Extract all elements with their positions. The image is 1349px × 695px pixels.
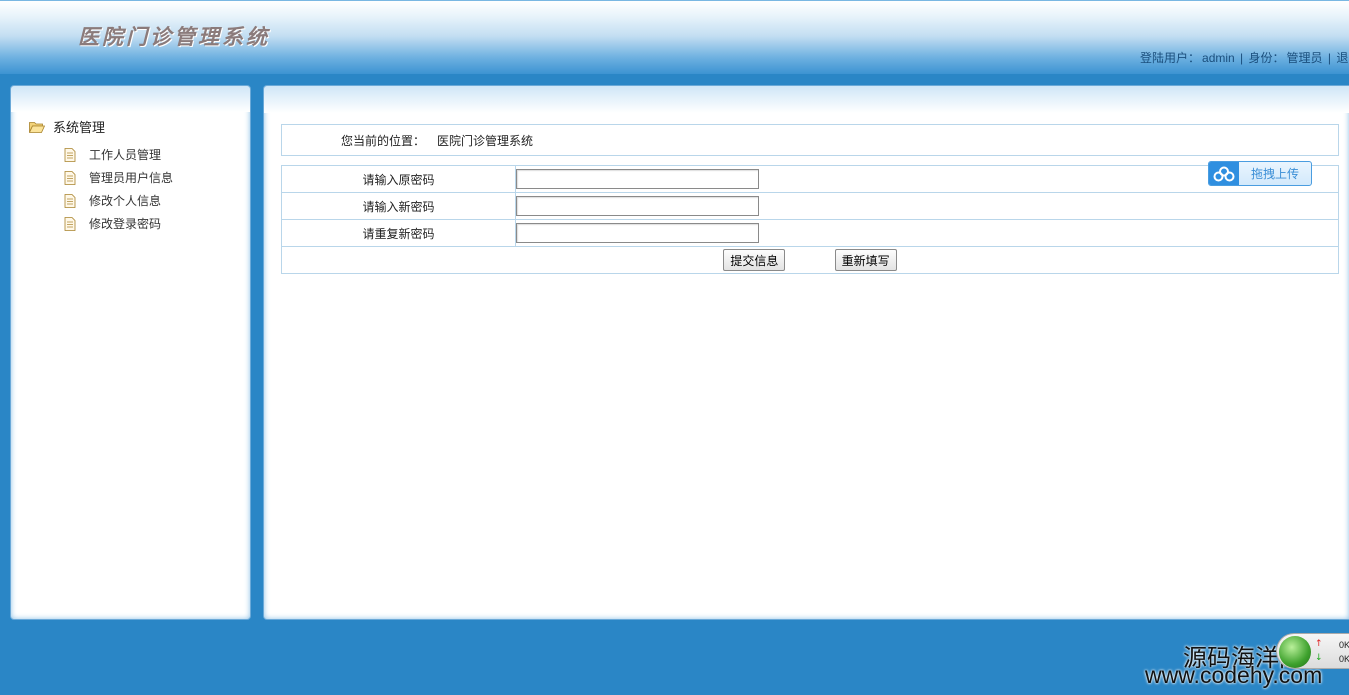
sidebar-item-label: 修改个人信息 (89, 194, 162, 208)
user-info-bar: 登陆用户： admin | 身份： 管理员 | 退 (1139, 49, 1349, 65)
separator: | (1240, 51, 1244, 65)
network-ball-icon (1279, 636, 1311, 668)
main-content: 您当前的位置： 医院门诊管理系统 请输入原密码 请输入新密码 请重复新密码 提交… (263, 85, 1349, 620)
old-password-input[interactable] (516, 169, 759, 189)
new-password-label: 请输入新密码 (281, 192, 516, 220)
table-row: 请输入新密码 (281, 192, 1339, 220)
breadcrumb: 您当前的位置： 医院门诊管理系统 (281, 124, 1339, 156)
document-icon (64, 170, 76, 185)
sidebar-root-label: 系统管理 (53, 120, 106, 135)
sidebar-item-list: 工作人员管理 管理员用户信息 修改个人信息 修改登录密码 (64, 143, 173, 235)
document-icon (64, 147, 76, 162)
sidebar-item-label: 修改登录密码 (89, 217, 162, 231)
folder-open-icon (29, 121, 45, 133)
drag-upload-label: 拖拽上传 (1250, 167, 1299, 181)
upload-arrow-icon: ↑ (1315, 639, 1323, 649)
app-title: 医院门诊管理系统 (78, 24, 270, 49)
role-value: 管理员 (1286, 51, 1323, 65)
username: admin (1202, 51, 1235, 65)
reset-button[interactable]: 重新填写 (834, 249, 897, 271)
sidebar-item-edit-profile[interactable]: 修改个人信息 (64, 189, 173, 212)
document-icon (64, 193, 76, 208)
download-arrow-icon: ↓ (1315, 653, 1323, 663)
breadcrumb-label: 您当前的位置： (341, 133, 426, 148)
change-password-form: 请输入原密码 请输入新密码 请重复新密码 提交信息 重新填写 (281, 165, 1339, 274)
sidebar-item-label: 工作人员管理 (89, 148, 162, 162)
header-bar: 医院门诊管理系统 登陆用户： admin | 身份： 管理员 | 退 (0, 0, 1349, 74)
role-label: 身份： (1248, 51, 1285, 65)
download-speed: 0K (1339, 654, 1349, 664)
table-row: 提交信息 重新填写 (281, 246, 1339, 274)
drag-upload-button[interactable]: 拖拽上传 (1208, 161, 1312, 186)
confirm-password-cell (515, 219, 1339, 247)
upload-speed: 0K (1339, 640, 1349, 650)
old-password-label: 请输入原密码 (281, 165, 516, 193)
table-row: 请输入原密码 (281, 165, 1339, 193)
sidebar-item-label: 管理员用户信息 (89, 171, 174, 185)
logout-link[interactable]: 退 (1336, 51, 1348, 65)
sidebar-item-staff-management[interactable]: 工作人员管理 (64, 143, 173, 166)
submit-button[interactable]: 提交信息 (723, 249, 786, 271)
new-password-input[interactable] (516, 196, 759, 216)
sidebar-root-system-management[interactable]: 系统管理 (29, 117, 105, 136)
document-icon (64, 216, 76, 231)
form-actions: 提交信息 重新填写 (281, 246, 1339, 274)
cloud-icon (1209, 162, 1239, 185)
confirm-password-input[interactable] (516, 223, 759, 243)
new-password-cell (515, 192, 1339, 220)
network-speed-widget[interactable]: ↑ ↓ 0K 0K (1276, 633, 1349, 669)
sidebar-header-gradient (11, 86, 250, 112)
main-header-gradient (264, 86, 1349, 113)
breadcrumb-current: 医院门诊管理系统 (437, 133, 534, 148)
sidebar-item-change-password[interactable]: 修改登录密码 (64, 212, 173, 235)
confirm-password-label: 请重复新密码 (281, 219, 516, 247)
separator: | (1327, 51, 1332, 65)
sidebar-item-admin-users[interactable]: 管理员用户信息 (64, 166, 173, 189)
sidebar: 系统管理 工作人员管理 管理员用户信息 修改个人信息 修改登录密码 (10, 85, 251, 620)
table-row: 请重复新密码 (281, 219, 1339, 247)
user-label: 登陆用户： (1140, 51, 1201, 65)
